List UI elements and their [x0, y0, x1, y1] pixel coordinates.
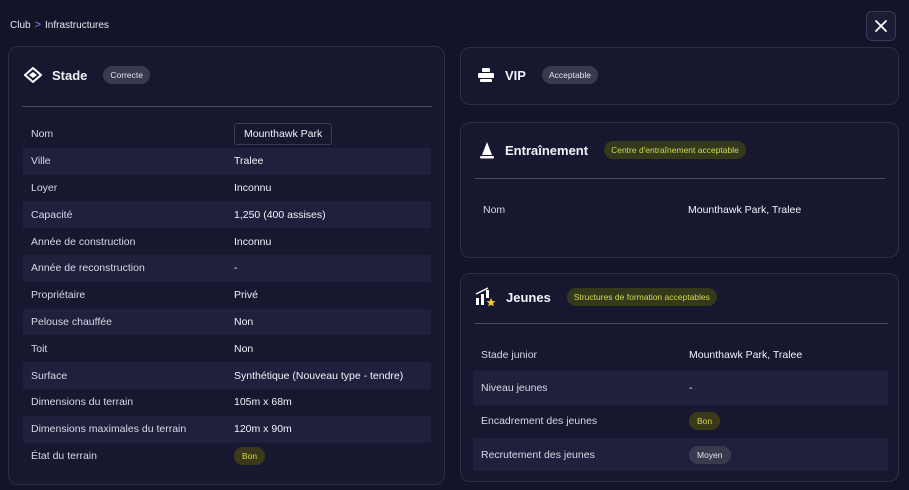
- vip-seat-icon: [478, 68, 494, 82]
- breadcrumb-separator-icon: >: [34, 19, 42, 31]
- row-label: Ville: [31, 155, 51, 168]
- row-label: État du terrain: [31, 449, 97, 462]
- stade-divider: [22, 106, 432, 107]
- jeunes-divider: [475, 323, 888, 324]
- row-label: Toit: [31, 342, 48, 355]
- row-value-wrapper: Bon: [234, 446, 266, 465]
- table-row: Ville Tralee: [23, 147, 431, 175]
- jeunes-table: Stade junior Mounthawk Park, Tralee Niveau…: [473, 338, 888, 472]
- row-label: Niveau jeunes: [481, 381, 548, 394]
- table-row: Dimensions maximales du terrain 120m x 90…: [23, 415, 431, 443]
- row-label: Propriétaire: [31, 289, 86, 302]
- row-value: 120m x 90m: [234, 423, 292, 436]
- rating-badge: Bon: [689, 412, 721, 431]
- row-label: Pelouse chauffée: [31, 315, 112, 328]
- stadium-name-input[interactable]: Mounthawk Park: [234, 123, 333, 146]
- entrainement-header: Entraînement Centre d'entraînement accep…: [479, 141, 746, 159]
- row-value: Tralee: [234, 155, 264, 168]
- vip-header: VIP Acceptable: [477, 66, 599, 84]
- jeunes-status-badge: Structures de formation acceptables: [566, 288, 717, 306]
- jeunes-title: Jeunes: [506, 289, 551, 305]
- row-value-wrapper: Mounthawk Park: [234, 123, 333, 146]
- table-row: Toit Non: [23, 335, 431, 362]
- row-value: Non: [234, 342, 254, 355]
- row-value: Inconnu: [234, 181, 272, 194]
- table-row: Pelouse chauffée Non: [23, 308, 431, 336]
- table-row: État du terrain Bon: [23, 443, 431, 470]
- row-value: -: [234, 262, 238, 275]
- row-label: Année de reconstruction: [31, 262, 145, 275]
- row-value: Mounthawk Park, Tralee: [689, 348, 803, 361]
- row-label: Surface: [31, 369, 68, 382]
- stade-title: Stade: [52, 67, 88, 83]
- rating-badge: Moyen: [689, 445, 731, 464]
- stadium-icon: [24, 67, 42, 83]
- row-label: Dimensions du terrain: [31, 396, 134, 409]
- jeunes-card: Jeunes Structures de formation acceptabl…: [460, 273, 899, 482]
- stade-header: Stade Correcte: [24, 66, 150, 84]
- row-label: Loyer: [31, 181, 58, 194]
- row-label: Nom: [483, 204, 506, 216]
- entrainement-card: Entraînement Centre d'entraînement accep…: [460, 122, 899, 258]
- table-row: Niveau jeunes -: [473, 371, 888, 405]
- breadcrumb-current: Infrastructures: [45, 19, 109, 31]
- row-value: 1,250 (400 assises): [234, 208, 326, 221]
- row-value: 105m x 68m: [234, 396, 292, 409]
- entrainement-status-badge: Centre d'entraînement acceptable: [604, 141, 746, 159]
- youth-chart-star-icon: [475, 287, 496, 307]
- row-label: Encadrement des jeunes: [481, 415, 598, 428]
- row-value: Inconnu: [234, 235, 272, 248]
- table-row: Recrutement des jeunes Moyen: [473, 437, 888, 472]
- table-row: Loyer Inconnu: [23, 175, 431, 202]
- row-value: Privé: [234, 289, 258, 302]
- table-row: Capacité 1,250 (400 assises): [23, 201, 431, 229]
- table-row: Dimensions du terrain 105m x 68m: [23, 389, 431, 416]
- row-label: Nom: [31, 128, 54, 141]
- close-button[interactable]: [866, 11, 896, 41]
- stade-status-badge: Correcte: [103, 66, 150, 84]
- table-row: Stade junior Mounthawk Park, Tralee: [473, 338, 888, 371]
- breadcrumb-club[interactable]: Club: [10, 20, 31, 31]
- row-value: Mounthawk Park, Tralee: [688, 204, 802, 216]
- close-icon: [875, 20, 887, 32]
- stade-card: Stade Correcte Nom Mounthawk Park Ville Tra…: [8, 46, 445, 485]
- table-row: Surface Synthétique (Nouveau type - tendr…: [23, 362, 431, 389]
- jeunes-header: Jeunes Structures de formation acceptabl…: [474, 286, 717, 308]
- table-row: Propriétaire Privé: [23, 282, 431, 309]
- row-value: Non: [234, 315, 254, 328]
- row-label: Recrutement des jeunes: [481, 448, 595, 461]
- table-row: Nom Mounthawk Park: [23, 121, 431, 148]
- vip-card: VIP Acceptable: [460, 47, 899, 105]
- table-row: Nom Mounthawk Park, Tralee: [475, 193, 888, 227]
- row-label: Stade junior: [481, 348, 538, 361]
- row-value: -: [689, 381, 693, 394]
- row-label: Capacité: [31, 208, 73, 221]
- entrainement-divider: [475, 178, 885, 179]
- table-row: Année de reconstruction -: [23, 254, 431, 282]
- stade-table: Nom Mounthawk Park Ville Tralee Loyer Inconnu…: [23, 121, 431, 469]
- vip-title: VIP: [505, 67, 526, 83]
- row-label: Dimensions maximales du terrain: [31, 423, 187, 436]
- entrainement-title: Entraînement: [505, 142, 589, 158]
- row-label: Année de construction: [31, 235, 136, 248]
- entrainement-table: Nom Mounthawk Park, Tralee: [475, 193, 888, 227]
- row-value-wrapper: Bon: [689, 412, 721, 431]
- breadcrumb: Club > Infrastructures: [10, 19, 109, 31]
- rating-badge: Bon: [234, 446, 266, 465]
- row-value: Synthétique (Nouveau type - tendre): [234, 369, 404, 382]
- vip-status-badge: Acceptable: [541, 66, 599, 84]
- table-row: Encadrement des jeunes Bon: [473, 405, 888, 438]
- table-row: Année de construction Inconnu: [23, 228, 431, 255]
- training-cone-icon: [480, 142, 494, 159]
- row-value-wrapper: Moyen: [689, 445, 731, 464]
